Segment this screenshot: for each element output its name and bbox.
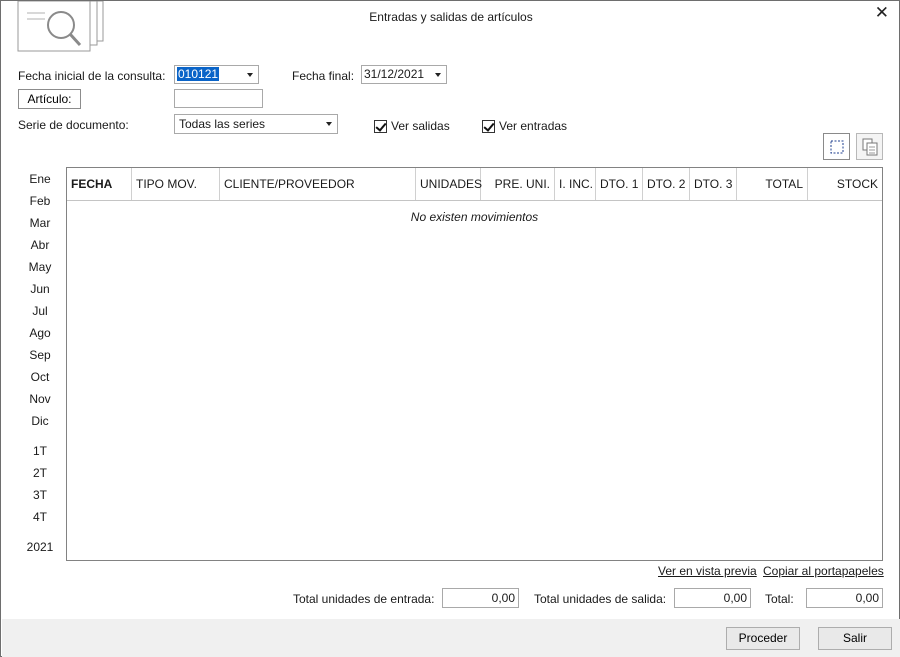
serie-value[interactable]: Todas las series: [177, 117, 265, 131]
month-ago[interactable]: Ago: [19, 326, 61, 340]
salir-button[interactable]: Salir: [818, 627, 892, 650]
movements-table[interactable]: FECHA TIPO MOV. CLIENTE/PROVEEDOR UNIDAD…: [66, 167, 883, 561]
col-total[interactable]: TOTAL: [737, 168, 808, 200]
total-entrada-field: 0,00: [442, 588, 519, 608]
col-cliente-proveedor[interactable]: CLIENTE/PROVEEDOR: [220, 168, 416, 200]
close-icon[interactable]: ✕: [875, 4, 889, 22]
month-nov[interactable]: Nov: [19, 392, 61, 406]
col-tipo-mov[interactable]: TIPO MOV.: [132, 168, 220, 200]
year-2021[interactable]: 2021: [19, 540, 61, 554]
checkbox-checked-icon[interactable]: [482, 119, 495, 133]
month-may[interactable]: May: [19, 260, 61, 274]
quarter-1t[interactable]: 1T: [19, 444, 61, 458]
serie-label: Serie de documento:: [18, 118, 129, 132]
fecha-inicial-combo[interactable]: 010121: [174, 65, 259, 84]
ver-salidas-label: Ver salidas: [391, 119, 450, 133]
quarter-4t[interactable]: 4T: [19, 510, 61, 524]
ver-salidas-checkbox[interactable]: Ver salidas: [374, 119, 450, 133]
fecha-final-value[interactable]: 31/12/2021: [364, 67, 424, 81]
month-ene[interactable]: Ene: [19, 172, 61, 186]
select-area-button[interactable]: [823, 133, 850, 160]
month-feb[interactable]: Feb: [19, 194, 61, 208]
month-mar[interactable]: Mar: [19, 216, 61, 230]
month-jul[interactable]: Jul: [19, 304, 61, 318]
col-dto-1[interactable]: DTO. 1: [596, 168, 643, 200]
total-entrada-label: Total unidades de entrada:: [293, 592, 435, 606]
month-abr[interactable]: Abr: [19, 238, 61, 252]
fecha-inicial-value[interactable]: 010121: [177, 67, 220, 81]
clipboard-link[interactable]: Copiar al portapapeles: [763, 564, 884, 578]
chevron-down-icon[interactable]: [430, 66, 446, 83]
copy-button[interactable]: [856, 133, 883, 160]
col-dto-3[interactable]: DTO. 3: [690, 168, 737, 200]
dialog-window: Entradas y salidas de artículos ✕ Fecha …: [0, 0, 900, 657]
col-i-inc[interactable]: I. INC.: [555, 168, 596, 200]
window-title: Entradas y salidas de artículos: [369, 10, 533, 24]
fecha-inicial-label: Fecha inicial de la consulta:: [18, 69, 166, 83]
ver-entradas-checkbox[interactable]: Ver entradas: [482, 119, 567, 133]
total-label: Total:: [765, 592, 794, 606]
col-stock[interactable]: STOCK: [808, 168, 882, 200]
empty-message: No existen movimientos: [410, 210, 539, 224]
dashed-rectangle-icon: [830, 140, 843, 153]
month-dic[interactable]: Dic: [19, 414, 61, 428]
col-dto-2[interactable]: DTO. 2: [643, 168, 690, 200]
ver-entradas-label: Ver entradas: [499, 119, 568, 133]
document-search-icon: [17, 1, 104, 52]
proceder-button[interactable]: Proceder: [726, 627, 800, 650]
serie-combo[interactable]: Todas las series: [174, 114, 338, 134]
checkbox-checked-icon[interactable]: [374, 119, 387, 133]
total-field: 0,00: [806, 588, 883, 608]
preview-link[interactable]: Ver en vista previa: [658, 564, 757, 578]
chevron-down-icon[interactable]: [242, 66, 258, 83]
articulo-input[interactable]: [174, 89, 263, 108]
articulo-button[interactable]: Artículo:: [18, 89, 81, 109]
month-sep[interactable]: Sep: [19, 348, 61, 362]
fecha-final-label: Fecha final:: [292, 69, 355, 83]
col-fecha[interactable]: FECHA: [67, 168, 132, 200]
col-unidades[interactable]: UNIDADES: [416, 168, 482, 200]
copy-icon: [862, 138, 877, 155]
total-salida-label: Total unidades de salida:: [534, 592, 667, 606]
month-jun[interactable]: Jun: [19, 282, 61, 296]
chevron-down-icon[interactable]: [321, 115, 337, 133]
month-oct[interactable]: Oct: [19, 370, 61, 384]
quarter-2t[interactable]: 2T: [19, 466, 61, 480]
table-header: FECHA TIPO MOV. CLIENTE/PROVEEDOR UNIDAD…: [67, 168, 882, 201]
fecha-final-combo[interactable]: 31/12/2021: [361, 65, 447, 84]
quarter-3t[interactable]: 3T: [19, 488, 61, 502]
total-salida-field: 0,00: [674, 588, 751, 608]
col-pre-uni[interactable]: PRE. UNI.: [481, 168, 555, 200]
